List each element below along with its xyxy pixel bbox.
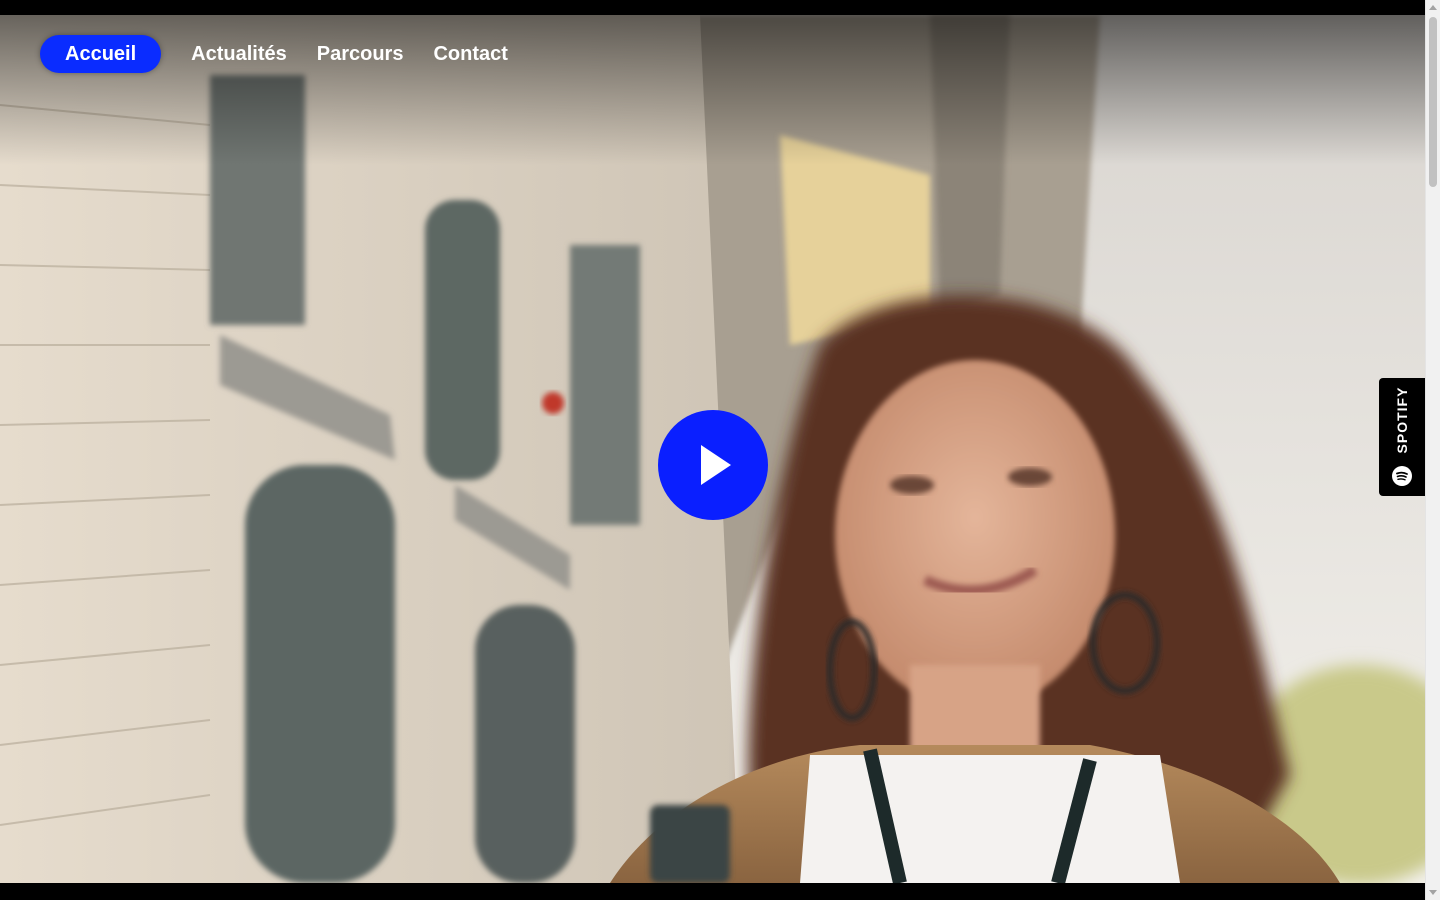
- page-scrollbar[interactable]: [1425, 0, 1440, 900]
- spotify-tab[interactable]: SPOTIFY: [1379, 378, 1425, 496]
- nav-item-parcours[interactable]: Parcours: [302, 35, 419, 73]
- main-navigation: Accueil Actualités Parcours Contact: [40, 35, 523, 73]
- nav-item-accueil[interactable]: Accueil: [40, 35, 162, 73]
- scroll-down-arrow-icon[interactable]: [1429, 890, 1437, 895]
- scroll-up-arrow-icon[interactable]: [1429, 5, 1437, 10]
- play-icon: [701, 445, 731, 485]
- hero-video[interactable]: Accueil Actualités Parcours Contact: [0, 15, 1425, 883]
- spotify-label: SPOTIFY: [1394, 386, 1410, 454]
- video-play-button[interactable]: [658, 410, 768, 520]
- nav-item-actualites[interactable]: Actualités: [176, 35, 302, 73]
- scrollbar-thumb[interactable]: [1429, 17, 1437, 187]
- nav-item-contact[interactable]: Contact: [418, 35, 522, 73]
- spotify-icon: [1392, 466, 1412, 486]
- page-viewport: Accueil Actualités Parcours Contact SPOT…: [0, 0, 1425, 900]
